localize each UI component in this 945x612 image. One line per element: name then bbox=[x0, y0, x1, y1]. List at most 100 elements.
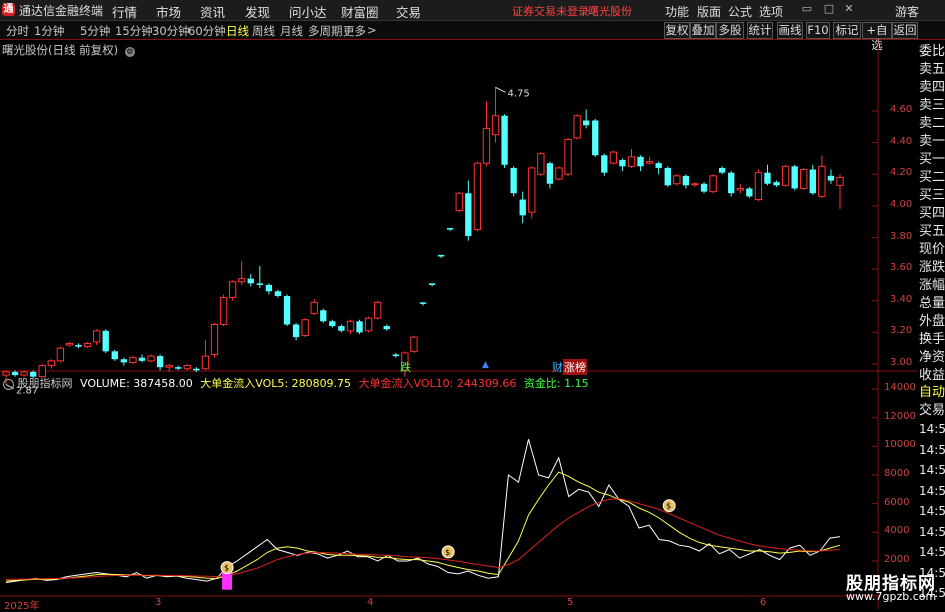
triangle-marker-icon: ▲ bbox=[482, 360, 489, 370]
candle-body bbox=[265, 284, 273, 292]
candle-body bbox=[583, 120, 590, 126]
quote-label[interactable]: 卖三 bbox=[919, 97, 945, 115]
candle-body bbox=[428, 283, 436, 285]
period-5min[interactable]: 5分钟 bbox=[80, 23, 110, 39]
quote-label[interactable]: 卖二 bbox=[919, 115, 945, 133]
candle-body bbox=[65, 342, 74, 346]
stock-short-name: 曙光股份 bbox=[588, 5, 632, 18]
candle-body bbox=[836, 176, 844, 186]
candle-body bbox=[410, 336, 418, 352]
quote-label[interactable]: 净资 bbox=[919, 349, 945, 367]
menu-news[interactable]: 资讯 bbox=[200, 2, 225, 21]
f10-button[interactable]: F10 bbox=[806, 22, 830, 39]
candle-body bbox=[228, 281, 237, 299]
app-title: 通达信金融终端 bbox=[19, 4, 104, 18]
menu-layout[interactable]: 版面 bbox=[697, 3, 721, 20]
statistics-button[interactable]: 统计 bbox=[747, 22, 773, 39]
close-icon[interactable]: ✕ bbox=[842, 2, 856, 16]
money-bag-symbol: $ bbox=[666, 502, 671, 511]
volume-tick-label: 6000 bbox=[884, 496, 910, 508]
candle-body bbox=[537, 153, 545, 175]
quote-label[interactable]: 现价 bbox=[919, 241, 945, 259]
quote-label[interactable]: 买五 bbox=[919, 223, 945, 241]
menu-formula[interactable]: 公式 bbox=[728, 3, 752, 20]
add-watchlist-button[interactable]: +自选 bbox=[862, 22, 892, 52]
maximize-icon[interactable]: □ bbox=[822, 2, 836, 16]
period-multi[interactable]: 多周期 bbox=[308, 23, 343, 39]
menu-discover[interactable]: 发现 bbox=[245, 2, 270, 21]
quote-label[interactable]: 委比 bbox=[919, 43, 945, 61]
adjust-button[interactable]: 复权 bbox=[664, 22, 690, 39]
quote-label[interactable]: 买三 bbox=[919, 187, 945, 205]
period-monthly[interactable]: 月线 bbox=[280, 23, 303, 39]
candle-body bbox=[165, 365, 173, 368]
candle-body bbox=[746, 188, 753, 197]
menu-trade[interactable]: 交易 bbox=[396, 2, 421, 21]
quote-label[interactable]: 涨幅 bbox=[919, 277, 945, 295]
menu-wealth-circle[interactable]: 财富圈 bbox=[341, 2, 379, 21]
period-30min[interactable]: 30分钟 bbox=[152, 23, 190, 39]
price-tick-label: 3.00 bbox=[890, 357, 913, 368]
candle-body bbox=[473, 162, 482, 231]
app-logo-icon: 通 bbox=[2, 3, 15, 16]
menu-market-quotes[interactable]: 行情 bbox=[112, 2, 137, 21]
candle-body bbox=[364, 317, 373, 332]
auto-trade-label[interactable]: 自动 bbox=[919, 384, 945, 402]
multi-stock-button[interactable]: 多股 bbox=[716, 22, 744, 39]
overlay-button[interactable]: 叠加 bbox=[690, 22, 716, 39]
candle-body bbox=[83, 342, 92, 348]
menu-options[interactable]: 选项 bbox=[759, 3, 783, 20]
candle-body bbox=[573, 115, 581, 139]
period-daily[interactable]: 日线 bbox=[226, 23, 249, 39]
quote-label[interactable]: 外盘 bbox=[919, 313, 945, 331]
minimize-icon[interactable]: ▭ bbox=[800, 2, 814, 16]
period-weekly[interactable]: 周线 bbox=[252, 23, 275, 39]
x-label-april: 4 bbox=[367, 597, 374, 608]
stock-name: 曙光股份(日线 前复权) bbox=[2, 43, 119, 57]
quote-label[interactable]: 买四 bbox=[919, 205, 945, 223]
quote-label[interactable]: 总量 bbox=[919, 295, 945, 313]
guest-label[interactable]: 游客 bbox=[895, 3, 919, 20]
candle-body bbox=[691, 183, 699, 186]
candle-body bbox=[310, 301, 318, 314]
menu-ask-xiaoda[interactable]: 问小达 bbox=[289, 2, 327, 21]
candle-body bbox=[92, 330, 101, 343]
quote-label[interactable]: 卖五 bbox=[919, 61, 945, 79]
period-intraday[interactable]: 分时 bbox=[6, 23, 29, 39]
period-15min[interactable]: 15分钟 bbox=[115, 23, 153, 39]
rise-list-marker: 涨榜 bbox=[563, 359, 587, 375]
mark-button[interactable]: 标记 bbox=[833, 22, 861, 39]
quote-label[interactable]: 买二 bbox=[919, 169, 945, 187]
candle-body bbox=[627, 156, 636, 167]
login-notice[interactable]: 证券交易未登录 bbox=[512, 3, 589, 19]
quote-label[interactable]: 换手 bbox=[919, 331, 945, 349]
indicator-settings-icon[interactable] bbox=[3, 378, 14, 390]
period-toolbar: 分时 1分钟 5分钟 15分钟 30分钟 60分钟 日线 周线 月线 多周期 更… bbox=[0, 21, 945, 52]
candle-body bbox=[510, 167, 517, 194]
candle-body bbox=[491, 115, 500, 136]
candle-body bbox=[283, 296, 291, 325]
menu-functions[interactable]: 功能 bbox=[665, 3, 689, 20]
candle-body bbox=[437, 254, 445, 257]
quote-label[interactable]: 卖一 bbox=[919, 133, 945, 151]
quote-label[interactable]: 收益 bbox=[919, 367, 945, 385]
quote-label[interactable]: 涨跌 bbox=[919, 259, 945, 277]
period-60min[interactable]: 60分钟 bbox=[188, 23, 226, 39]
menu-market[interactable]: 市场 bbox=[156, 2, 181, 21]
candle-body bbox=[637, 156, 644, 167]
chevron-right-icon[interactable]: > bbox=[367, 23, 377, 37]
period-1min[interactable]: 1分钟 bbox=[34, 23, 64, 39]
volume-tick-label: 12000 bbox=[884, 410, 916, 422]
title-bar: 通 通达信金融终端 行情 市场 资讯 发现 问小达 财富圈 交易 证券交易未登录… bbox=[0, 0, 945, 21]
draw-line-button[interactable]: 画线 bbox=[777, 22, 803, 39]
trade-label[interactable]: 交易 bbox=[919, 402, 945, 420]
candle-body bbox=[764, 172, 771, 184]
settings-icon[interactable]: ⚙ bbox=[124, 47, 135, 57]
quote-label[interactable]: 卖四 bbox=[919, 79, 945, 97]
candle-body bbox=[374, 301, 382, 319]
quote-label[interactable]: 买一 bbox=[919, 151, 945, 169]
kline-chart[interactable]: $$$ 4.752.87 bbox=[0, 40, 917, 609]
back-button[interactable]: 返回 bbox=[892, 22, 918, 39]
period-more[interactable]: 更多 bbox=[343, 23, 366, 39]
candle-body bbox=[555, 167, 563, 180]
